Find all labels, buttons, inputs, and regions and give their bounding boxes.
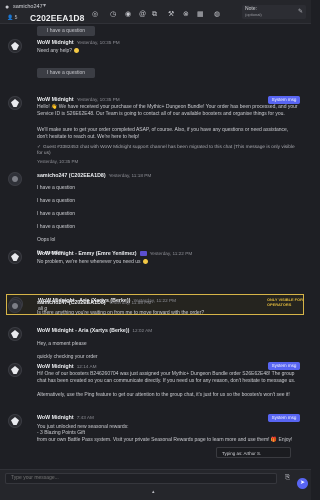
message-text: Is there anything you're waiting on from… <box>37 310 205 316</box>
message-author: WoW Midnight 7:43 AM <box>37 415 94 421</box>
message-line: quickly checking your order <box>37 354 98 360</box>
message-text: Need any help? <box>37 48 299 55</box>
note-sub: (optional) <box>245 12 262 17</box>
dropdown-chevron-icon[interactable]: ▾ <box>43 3 46 10</box>
header-username: samicho247 <box>13 4 43 10</box>
message-line: I have a question <box>37 224 76 230</box>
avatar <box>8 250 22 264</box>
eye-icon[interactable]: ◉ <box>125 11 131 18</box>
message-lines: I have a question I have a question I ha… <box>37 182 299 260</box>
message-line: from our own Battle Pass system. Visit y… <box>37 436 293 443</box>
message-text: We'll make sure to get your order comple… <box>37 127 289 140</box>
timer-icon[interactable]: ◷ <box>110 11 116 18</box>
avatar <box>8 363 22 377</box>
avatar <box>8 414 22 428</box>
message-text: Hi! One of our boosters B246260704 was j… <box>37 371 296 384</box>
message-feed[interactable]: I have a question WoW Midnight Yesterday,… <box>0 24 311 468</box>
avatar <box>8 172 22 186</box>
message-line: I have a question <box>37 211 76 217</box>
message-text: Alternatively, use the Ping feature to g… <box>37 392 290 398</box>
avatar <box>8 299 22 313</box>
note-edit-icon[interactable]: ✎ <box>298 8 303 15</box>
discord-icon[interactable]: ◎ <box>92 11 98 18</box>
system-message-badge: System msg <box>268 414 300 422</box>
chat-id-title: C202EEA1D8 <box>30 13 85 23</box>
copy-icon[interactable]: ⧉ <box>152 11 157 18</box>
message-line: Oops lol <box>37 237 56 243</box>
guest-migration-note: ✓ Guest #3382453 chat with WoW Midnight s… <box>37 145 295 156</box>
typing-indicator: Typing as: Arthur S. <box>216 447 291 458</box>
guest-note-time: Yesterday, 10:35 PM <box>37 159 79 164</box>
agent-badge <box>139 251 147 257</box>
message-line: I have a question <box>37 185 76 191</box>
hammer-icon[interactable]: ⚒ <box>168 11 174 18</box>
dashboard-icon[interactable]: ▦ <box>197 11 204 18</box>
quick-reply-button[interactable]: I have a question <box>37 26 95 36</box>
avatar <box>8 327 22 341</box>
attach-icon[interactable]: ⎘ <box>285 474 290 482</box>
check-icon: ✓ <box>37 145 42 150</box>
participant-count: 👤 5 <box>7 15 18 21</box>
message-author: WoW Midnight 12:14 AM <box>37 364 97 370</box>
message-input[interactable] <box>5 473 277 484</box>
emoji-icon <box>74 48 80 54</box>
message-line: I have a question <box>37 198 76 204</box>
avatar <box>8 96 22 110</box>
quick-reply-button[interactable]: I have a question <box>37 68 95 78</box>
system-message-badge: System msg <box>268 362 300 370</box>
note-field[interactable]: Note: (optional) ✎ <box>242 5 306 19</box>
message-author: WoW Midnight Yesterday, 10:35 PM <box>37 97 120 103</box>
avatar <box>8 39 22 53</box>
message-author: WoW Midnight - Emmy (Emre Yenilmez) Yeste… <box>37 251 193 257</box>
message-author: WoW Midnight - Aria (Xartys (Berke)) 12:0… <box>37 328 153 334</box>
chevron-up-icon[interactable]: ▴ <box>152 489 155 496</box>
emoji-icon <box>142 259 148 265</box>
message-composer: ⎘ ▴ ➤ <box>0 469 311 500</box>
message-text: Hello! 👋 We have received your purchase … <box>37 104 298 117</box>
at-icon[interactable]: @ <box>139 11 146 18</box>
message-author: WoW Midnight Yesterday, 10:35 PM <box>37 40 120 46</box>
message-text: No problem, we're here whenever you need… <box>37 259 299 266</box>
user-icon: ● <box>5 4 10 11</box>
message-author: samicho247 (C202EEA1D8) Yesterday, 11:58 … <box>37 300 152 306</box>
send-icon[interactable]: ➤ <box>297 478 308 489</box>
pin-icon[interactable]: ⊗ <box>183 11 189 18</box>
chat-header: ● samicho247 ▾ 👤 5 C202EEA1D8 ◎ ◷ ◉ @ ⧉ … <box>0 0 311 24</box>
message-line: Hey, a moment please <box>37 341 87 347</box>
message-lines: Hey, a moment please quickly checking yo… <box>37 338 299 364</box>
alert-icon[interactable]: ◍ <box>214 11 220 18</box>
message-lines: You just unlocked new seasonal rewards: … <box>37 424 299 443</box>
message-author: samicho247 (C202EEA1D8) Yesterday, 11:18 … <box>37 173 152 179</box>
system-message-badge: System msg <box>268 96 300 104</box>
